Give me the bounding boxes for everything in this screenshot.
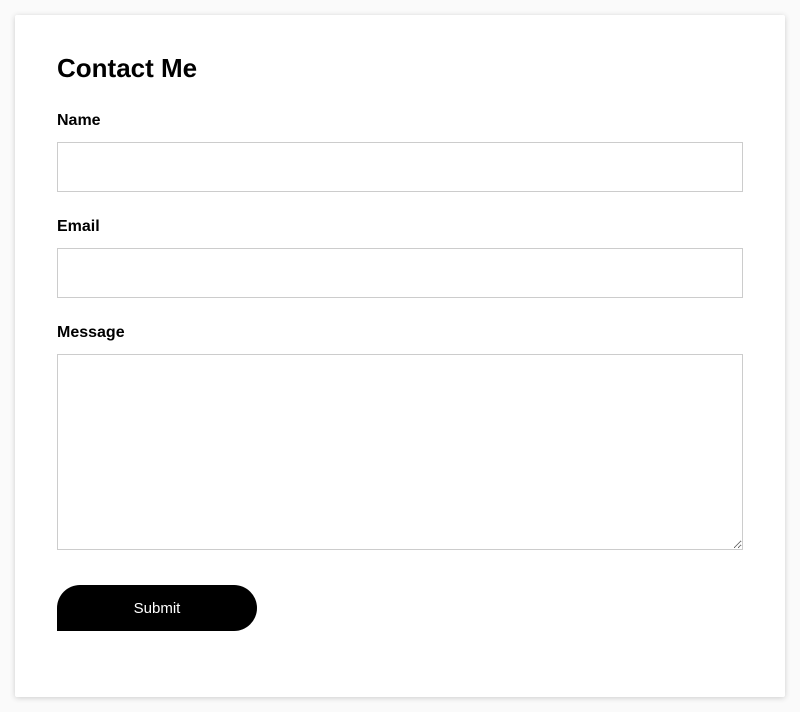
name-input[interactable] (57, 142, 743, 192)
email-input[interactable] (57, 248, 743, 298)
contact-card: Contact Me Name Email Message Submit (15, 15, 785, 697)
message-group: Message (57, 324, 743, 555)
message-label: Message (57, 324, 743, 342)
submit-button[interactable]: Submit (57, 585, 257, 631)
name-group: Name (57, 112, 743, 192)
email-group: Email (57, 218, 743, 298)
form-title: Contact Me (57, 53, 743, 84)
name-label: Name (57, 112, 743, 130)
message-input[interactable] (57, 354, 743, 550)
contact-form: Name Email Message Submit (57, 112, 743, 631)
email-label: Email (57, 218, 743, 236)
